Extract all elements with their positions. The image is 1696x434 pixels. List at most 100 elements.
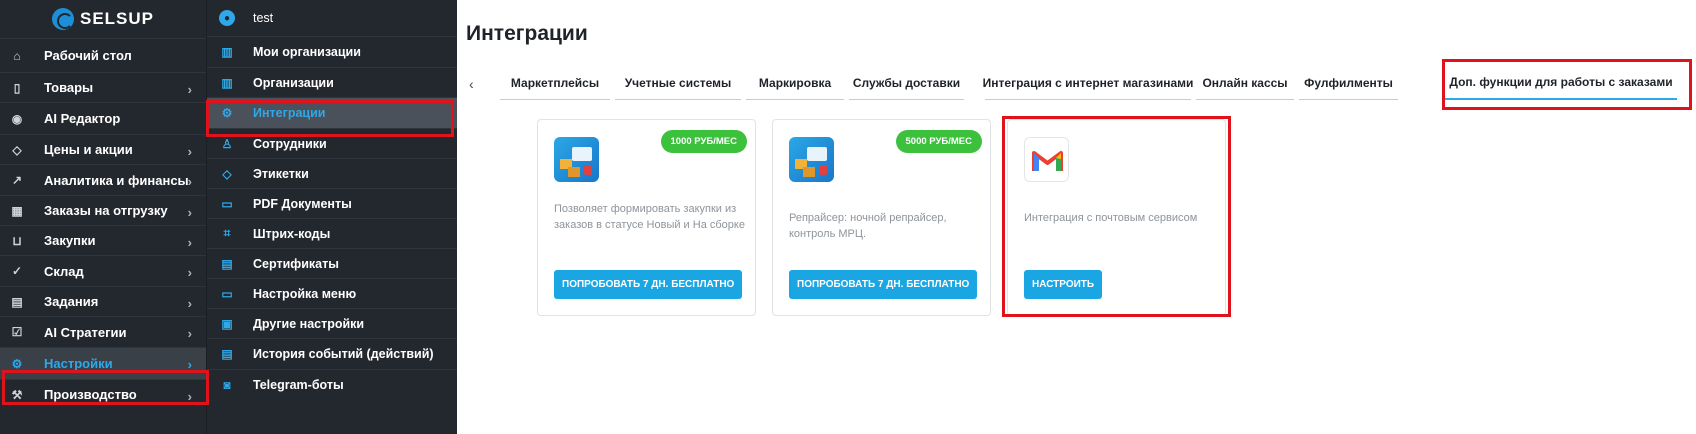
submenu-item-label: Сотрудники [253,136,327,151]
submenu-item-organizations[interactable]: ▥ Организации [207,67,457,97]
submenu-item-employees[interactable]: ♙ Сотрудники [207,128,457,158]
camera-icon: ◉ [11,111,23,126]
tab-marketplaces[interactable]: Маркетплейсы [500,66,610,100]
chevron-right-icon: › [187,296,192,311]
chevron-right-icon: › [187,357,192,372]
submenu-item-event-history[interactable]: ▤ История событий (действий) [207,338,457,369]
tab-marking[interactable]: Маркировка [746,66,844,100]
check-circle-icon: ✓ [11,264,23,278]
pdf-icon: ▭ [221,196,233,211]
tab-accounting-systems[interactable]: Учетные системы [615,66,741,100]
chevron-right-icon: › [187,235,192,250]
integration-icon: ⚙ [221,106,233,120]
sidebar-item-tasks[interactable]: ▤ Задания › [0,286,206,316]
sidebar-item-label: AI Редактор [44,111,121,126]
sidebar-item-dashboard[interactable]: ⌂ Рабочий стол [0,38,206,72]
submenu-item-telegram-bots[interactable]: ◙ Telegram-боты [207,369,457,399]
user-profile[interactable]: ● test [207,0,457,36]
submenu-item-label: Штрих-коды [253,226,331,241]
submenu-item-label: Сертификаты [253,256,339,271]
tab-online-cash[interactable]: Онлайн кассы [1196,66,1294,100]
user-avatar-icon: ● [219,10,235,26]
sidebar-item-products[interactable]: ▯ Товары › [0,72,206,102]
submenu-item-menu-settings[interactable]: ▭ Настройка меню [207,278,457,308]
tag-icon: ◇ [12,142,22,157]
sidebar-item-settings[interactable]: ⚙ Настройки › [0,347,206,379]
bag-icon: ▯ [13,80,21,95]
tab-label: Учетные системы [624,75,732,90]
sidebar-item-label: Товары [44,80,94,95]
chevron-right-icon: › [187,389,192,404]
label-icon: ◇ [222,166,232,181]
page-title: Интеграции [466,22,588,45]
sidebar-item-orders[interactable]: ▦ Заказы на отгрузку › [0,195,206,225]
building-icon: ▥ [221,75,233,90]
main-sidebar: SELSUP ⌂ Рабочий стол ▯ Товары › ◉ AI Ре… [0,0,206,434]
integration-card: Интеграция с почтовым сервисом НАСТРОИТЬ [1007,119,1226,316]
person-icon: ♙ [221,136,233,151]
wrench-icon: ⚒ [11,387,23,402]
building-icon: ▥ [221,45,233,59]
submenu-item-integrations[interactable]: ⚙ Интеграции [207,97,457,128]
sidebar-item-label: Цены и акции [44,142,133,157]
user-name: test [253,11,274,25]
sidebar-item-purchases[interactable]: ⊔ Закупки › [0,225,206,255]
sidebar-item-label: AI Стратегии [44,324,127,340]
chevron-right-icon: › [187,326,192,341]
card-description: Позволяет формировать закупки из заказов… [554,203,745,231]
settings-submenu: ● test ▥ Мои организации ▥ Организации ⚙… [206,0,457,434]
logo[interactable]: SELSUP [0,0,206,38]
chevron-right-icon: › [187,82,192,97]
tab-label: Службы доставки [852,75,961,90]
tab-fulfillment[interactable]: Фулфилменты [1299,66,1398,100]
sidebar-item-analytics[interactable]: ↗ Аналитика и финансы › [0,164,206,195]
calculator-icon: ▦ [11,203,23,218]
sidebar-item-warehouse[interactable]: ✓ Склад › [0,255,206,286]
sidebar-item-production[interactable]: ⚒ Производство › [0,379,206,409]
history-icon: ▤ [221,347,233,361]
chart-icon: ↗ [11,173,23,187]
chevron-left-icon[interactable]: ‹ [469,76,474,92]
submenu-item-label: PDF Документы [253,196,352,211]
tab-online-stores[interactable]: Интеграция с интернет магазинами [982,66,1194,100]
submenu-item-certificates[interactable]: ▤ Сертификаты [207,248,457,278]
settings-icon: ▣ [221,316,233,331]
gear-icon: ⚙ [11,356,23,371]
tab-delivery-services[interactable]: Службы доставки [849,66,964,100]
bot-icon: ◙ [223,377,231,392]
robot-boxes-icon [554,137,599,182]
tab-order-functions[interactable]: Доп. функции для работы с заказами [1445,66,1677,100]
submenu-item-label: История событий (действий) [253,347,434,361]
tab-label: Доп. функции для работы с заказами [1449,75,1673,89]
submenu-item-other-settings[interactable]: ▣ Другие настройки [207,308,457,338]
configure-button[interactable]: НАСТРОИТЬ [1024,270,1103,299]
submenu-item-label: Другие настройки [253,316,365,331]
submenu-item-label: Telegram-боты [253,377,344,392]
sidebar-item-label: Аналитика и финансы [44,172,189,188]
chevron-right-icon: › [187,205,192,220]
submenu-item-labels[interactable]: ◇ Этикетки [207,158,457,188]
try-free-button[interactable]: ПОПРОБОВАТЬ 7 ДН. БЕСПЛАТНО [789,270,978,299]
certificate-icon: ▤ [221,256,233,271]
sidebar-item-ai-strategies[interactable]: ☑ AI Стратегии › [0,316,206,347]
submenu-item-my-organizations[interactable]: ▥ Мои организации [207,36,457,67]
sidebar-item-label: Производство [44,387,137,402]
submenu-item-label: Настройка меню [253,286,357,301]
calendar-icon: ▤ [11,294,23,309]
home-icon: ⌂ [13,48,21,63]
card-description: Интеграция с почтовым сервисом [1024,212,1198,224]
integration-tabs: ‹ Маркетплейсы Учетные системы Маркировк… [457,66,1696,100]
sidebar-item-label: Склад [44,263,84,279]
cart-icon: ⊔ [12,233,22,248]
tab-label: Маркетплейсы [510,75,600,90]
sidebar-item-ai-editor[interactable]: ◉ AI Редактор [0,102,206,134]
submenu-item-barcodes[interactable]: ⌗ Штрих-коды [207,218,457,248]
sidebar-item-prices[interactable]: ◇ Цены и акции › [0,134,206,164]
submenu-item-pdf-documents[interactable]: ▭ PDF Документы [207,188,457,218]
try-free-button[interactable]: ПОПРОБОВАТЬ 7 ДН. БЕСПЛАТНО [554,270,743,299]
submenu-item-label: Организации [253,75,334,90]
tab-label: Онлайн кассы [1202,75,1288,90]
sidebar-item-label: Настройки [44,356,113,371]
tab-label: Интеграция с интернет магазинами [982,75,1194,90]
selsup-logo-icon [51,8,74,30]
